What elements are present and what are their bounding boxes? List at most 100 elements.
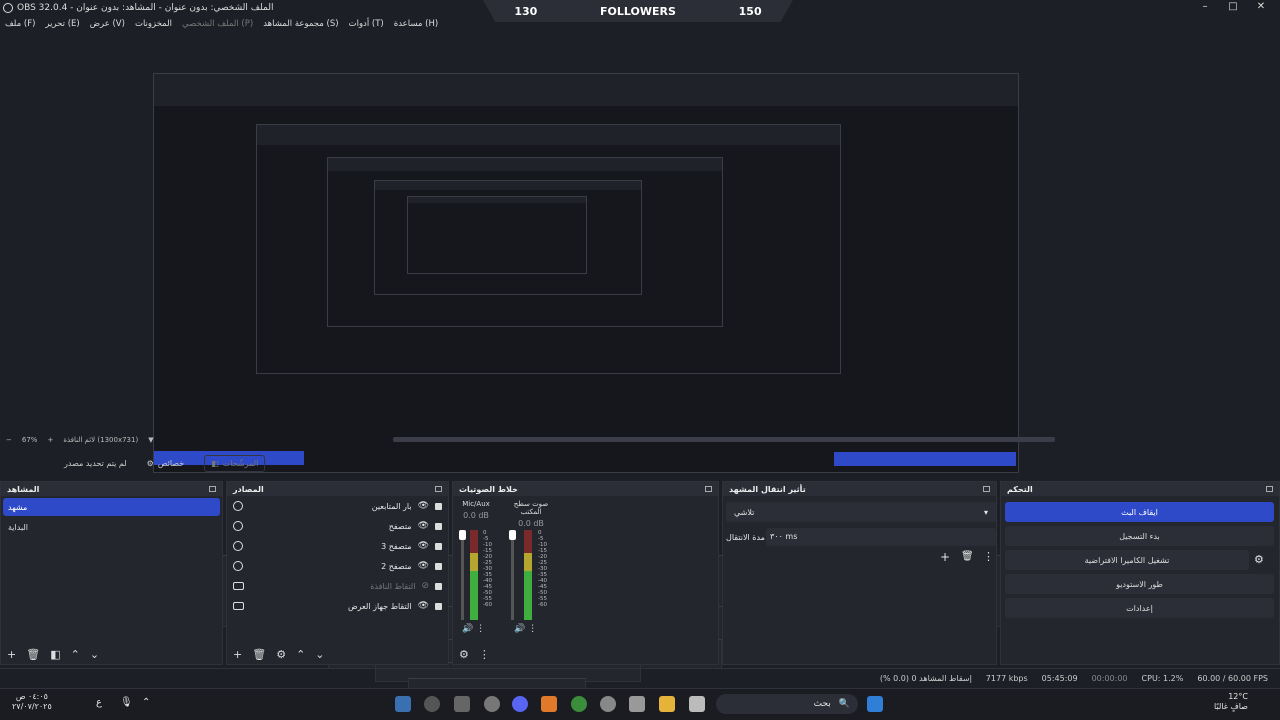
folder-icon[interactable]	[659, 696, 675, 712]
browser-icon	[233, 541, 243, 551]
menu-edit[interactable]: تحرير (E)	[45, 19, 79, 29]
duration-input[interactable]: ٣٠٠ ms	[766, 528, 996, 546]
add-transition-icon[interactable]: +	[940, 550, 950, 564]
move-down-icon[interactable]: ⌄	[90, 648, 99, 661]
chrome-icon[interactable]	[571, 696, 587, 712]
eye-icon[interactable]: 👁	[418, 561, 429, 571]
app-icon[interactable]	[454, 696, 470, 712]
channel-menu-icon[interactable]: ⋮	[476, 624, 485, 634]
source-item[interactable]: التقاط النافذة ⊘	[227, 576, 448, 596]
studio-mode-button[interactable]: طور الاستوديو	[1005, 574, 1274, 594]
popout-icon[interactable]	[705, 486, 712, 492]
source-item[interactable]: متصفح 2 👁	[227, 556, 448, 576]
filter-icon: ◧	[211, 458, 219, 468]
scene-item[interactable]: مشهد	[3, 498, 220, 516]
popout-icon[interactable]	[435, 486, 442, 492]
preview-scrollbar[interactable]	[393, 437, 1055, 442]
taskbar-search[interactable]: بحث 🔍	[716, 694, 858, 714]
lock-icon[interactable]	[435, 522, 442, 530]
browser-icon	[233, 561, 243, 571]
mixer-menu-icon[interactable]: ⋮	[479, 648, 490, 661]
virtual-camera-button[interactable]: تشغيل الكاميرا الافتراضية	[1005, 550, 1249, 570]
popout-icon[interactable]	[1266, 486, 1273, 492]
settings-button[interactable]: إعدادات	[1005, 598, 1274, 618]
source-item[interactable]: التقاط جهاز العرض 👁	[227, 596, 448, 616]
lock-icon[interactable]	[435, 582, 442, 590]
preview-canvas[interactable]	[0, 33, 1280, 692]
db-scale: 0 -5 -10 -15 -20 -25 -30 -35 -40 -45 -50 -55 -60	[538, 530, 547, 608]
remove-transition-icon[interactable]: 🗑	[961, 551, 974, 562]
zoom-out-button[interactable]: −	[6, 436, 12, 444]
duration-row: مدة الانتقال ٣٠٠ ms	[726, 527, 996, 547]
source-properties-icon[interactable]: ⚙	[276, 648, 286, 661]
language-indicator[interactable]: ع	[96, 697, 102, 708]
photos-icon[interactable]	[629, 696, 645, 712]
menu-tools[interactable]: أدوات (T)	[349, 19, 384, 29]
menu-file[interactable]: ملف (F)	[5, 19, 35, 29]
stop-streaming-button[interactable]: ايقاف البث	[1005, 502, 1274, 522]
add-source-icon[interactable]: +	[233, 648, 242, 661]
maximize-button[interactable]: □	[1218, 0, 1248, 14]
obs-icon[interactable]	[424, 696, 440, 712]
minimize-button[interactable]: –	[1190, 0, 1220, 14]
filters-button[interactable]: ◧ المرشّحات	[204, 454, 266, 472]
settings-app-icon[interactable]	[484, 696, 500, 712]
chevron-up-icon[interactable]: ⌃	[142, 697, 150, 708]
eye-icon[interactable]: 👁	[418, 521, 429, 531]
clock[interactable]: ٠٤:٠٥ ص ٢٧/٠٧/٢٠٢٥	[12, 692, 52, 712]
eye-icon[interactable]: 👁	[418, 541, 429, 551]
move-up-icon[interactable]: ⌃	[296, 648, 305, 661]
fps: 60.00 / 60.00 FPS	[1197, 674, 1268, 683]
zoom-in-button[interactable]: +	[47, 436, 53, 444]
eye-hidden-icon[interactable]: ⊘	[421, 581, 429, 591]
remove-source-icon[interactable]: 🗑	[252, 648, 266, 661]
vlc-icon[interactable]	[541, 696, 557, 712]
level-meter	[470, 530, 478, 620]
menu-profile[interactable]: الملف الشخصي (P)	[182, 19, 253, 29]
steam-icon[interactable]	[395, 696, 411, 712]
scene-filters-icon[interactable]: ◧	[50, 648, 60, 661]
channel-menu-icon[interactable]: ⋮	[528, 624, 537, 634]
speaker-icon[interactable]: 🔊	[514, 624, 525, 634]
transition-select[interactable]: تلاشي ▾	[726, 502, 996, 522]
weather-widget[interactable]: 12°C صافٍ غالبًا	[1214, 692, 1248, 712]
lock-icon[interactable]	[435, 502, 442, 510]
add-scene-icon[interactable]: +	[7, 648, 16, 661]
transition-menu-icon[interactable]: ⋮	[983, 550, 994, 563]
lock-icon[interactable]	[435, 562, 442, 570]
menu-docks[interactable]: المخزونات	[135, 19, 172, 29]
move-up-icon[interactable]: ⌃	[71, 648, 80, 661]
dropped-frames: إسقاط المشاهد 0 (0.0 %)	[879, 674, 972, 683]
mixer-settings-icon[interactable]: ⚙	[459, 648, 469, 661]
speaker-icon[interactable]: 🔊	[462, 624, 473, 634]
window-icon[interactable]	[689, 696, 705, 712]
source-item[interactable]: متصفح 👁	[227, 516, 448, 536]
lock-icon[interactable]	[435, 602, 442, 610]
popout-icon[interactable]	[983, 486, 990, 492]
remove-scene-icon[interactable]: 🗑	[26, 648, 40, 661]
eye-icon[interactable]: 👁	[418, 501, 429, 511]
browser-icon	[233, 501, 243, 511]
virtual-camera-settings-icon[interactable]: ⚙	[1254, 553, 1264, 566]
scaling-mode[interactable]: لائم النافذة (1300x731)	[63, 436, 138, 444]
start-recording-button[interactable]: بدء التسجيل	[1005, 526, 1274, 546]
eye-icon[interactable]: 👁	[418, 601, 429, 611]
popout-icon[interactable]	[209, 486, 216, 492]
volume-slider[interactable]	[459, 530, 466, 620]
scaling-dropdown-icon[interactable]: ▼	[148, 436, 153, 444]
lock-icon[interactable]	[435, 542, 442, 550]
close-button[interactable]: ✕	[1246, 0, 1276, 14]
source-item[interactable]: متصفح 3 👁	[227, 536, 448, 556]
volume-slider[interactable]	[509, 530, 516, 620]
microphone-icon[interactable]: 🎙	[120, 697, 133, 708]
move-down-icon[interactable]: ⌄	[315, 648, 324, 661]
properties-button[interactable]: ⚙ خصائص	[141, 456, 191, 471]
source-item[interactable]: بار المتابعين 👁	[227, 496, 448, 516]
menu-scene-collection[interactable]: مجموعة المشاهد (S)	[263, 19, 338, 29]
scene-item[interactable]: البداية	[3, 518, 220, 536]
windows-start-icon[interactable]	[867, 696, 883, 712]
menu-view[interactable]: عرض (V)	[90, 19, 125, 29]
menu-help[interactable]: مساعدة (H)	[394, 19, 438, 29]
tool-icon[interactable]	[600, 696, 616, 712]
discord-icon[interactable]	[512, 696, 528, 712]
